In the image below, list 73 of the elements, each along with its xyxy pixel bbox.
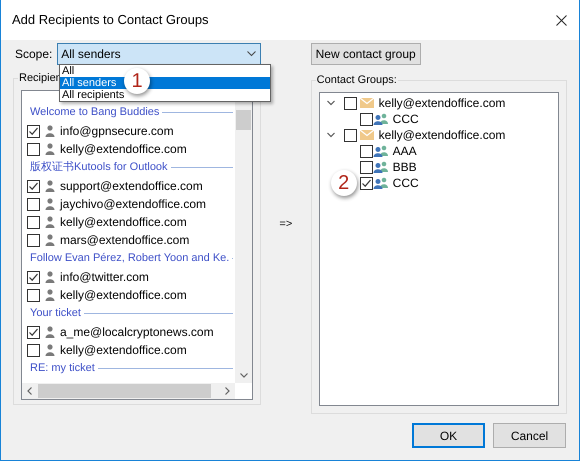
person-icon [45, 326, 55, 338]
chevron-down-icon[interactable] [240, 373, 248, 378]
checkbox[interactable] [27, 180, 40, 192]
envelope-icon [360, 130, 374, 140]
recipient-email: info@gpnsecure.com [60, 123, 174, 140]
person-icon [45, 344, 55, 356]
step-marker: 1 [124, 68, 150, 94]
checkbox[interactable] [344, 96, 357, 110]
scope-dropdown[interactable]: All senders [57, 43, 261, 65]
checkbox[interactable] [27, 216, 40, 228]
section-title: Welcome to Bang Buddies [30, 105, 160, 120]
people-icon [372, 145, 389, 157]
recipient-email: kelly@extendoffice.com [60, 214, 187, 231]
recipient-email: support@extendoffice.com [60, 178, 203, 195]
ok-button[interactable]: OK [412, 423, 485, 448]
checkbox[interactable] [27, 270, 40, 284]
envelope-icon [360, 98, 374, 108]
people-icon [372, 113, 389, 125]
person-icon [45, 289, 55, 301]
people-icon [372, 161, 389, 173]
scrollbar-thumb[interactable] [236, 110, 251, 130]
section-title: Follow Evan Pérez, Robert Yoon and Ke. [30, 251, 230, 266]
scrollbar-thumb[interactable] [38, 384, 211, 398]
close-icon[interactable] [556, 14, 567, 26]
person-icon [45, 271, 55, 283]
checkbox[interactable] [27, 124, 40, 138]
step-marker: 2 [330, 170, 357, 196]
checkbox[interactable] [27, 234, 40, 246]
checkbox[interactable] [344, 128, 357, 142]
checkbox[interactable] [27, 344, 40, 356]
group-name[interactable]: CCC [392, 174, 419, 192]
recipient-email: kelly@extendoffice.com [60, 141, 187, 158]
horizontal-scrollbar[interactable] [22, 383, 235, 399]
person-icon [45, 143, 55, 155]
recipient-email: kelly@extendoffice.com [60, 342, 187, 359]
chevron-down-icon[interactable] [326, 131, 335, 139]
recipient-email: jaychivo@extendoffice.com [60, 196, 206, 213]
new-contact-group-button[interactable]: New contact group [310, 43, 421, 65]
checkbox[interactable] [27, 142, 40, 156]
recipient-email: kelly@extendoffice.com [60, 287, 187, 304]
chevron-left-icon[interactable] [27, 387, 32, 395]
section-title: 版权证书Kutools for Outlook [30, 160, 168, 176]
account-email[interactable]: kelly@extendoffice.com [378, 126, 506, 144]
recipient-email: info@twitter.com [60, 269, 149, 286]
section-title: RE: my ticket [30, 361, 95, 376]
person-icon [45, 125, 55, 137]
scope-label: Scope: [14, 46, 54, 63]
checkbox[interactable] [360, 176, 373, 190]
account-email[interactable]: kelly@extendoffice.com [378, 94, 506, 112]
chevron-down-icon[interactable] [326, 99, 335, 107]
window-title: Add Recipients to Contact Groups [12, 11, 209, 30]
arrow-text: => [279, 217, 292, 232]
recipient-email: mars@extendoffice.com [60, 232, 190, 249]
person-icon [45, 180, 55, 192]
checkbox[interactable] [27, 288, 40, 302]
chevron-right-icon[interactable] [225, 387, 230, 395]
chevron-down-icon [247, 51, 256, 57]
cancel-button[interactable]: Cancel [493, 423, 566, 448]
recipient-email: a_me@localcryptonews.com [60, 324, 214, 341]
checkbox[interactable] [360, 144, 373, 158]
checkbox[interactable] [360, 160, 373, 174]
group-name[interactable]: BBB [392, 158, 417, 176]
person-icon [45, 234, 55, 246]
person-icon [45, 198, 55, 210]
group-name[interactable]: AAA [392, 142, 417, 160]
group-label: Contact Groups: [316, 73, 398, 87]
checkbox[interactable] [27, 198, 40, 210]
group-name[interactable]: CCC [392, 110, 419, 128]
checkbox[interactable] [360, 112, 373, 126]
checkbox[interactable] [27, 326, 40, 338]
people-icon [372, 177, 389, 189]
person-icon [45, 216, 55, 228]
section-title: Your ticket [30, 306, 81, 322]
